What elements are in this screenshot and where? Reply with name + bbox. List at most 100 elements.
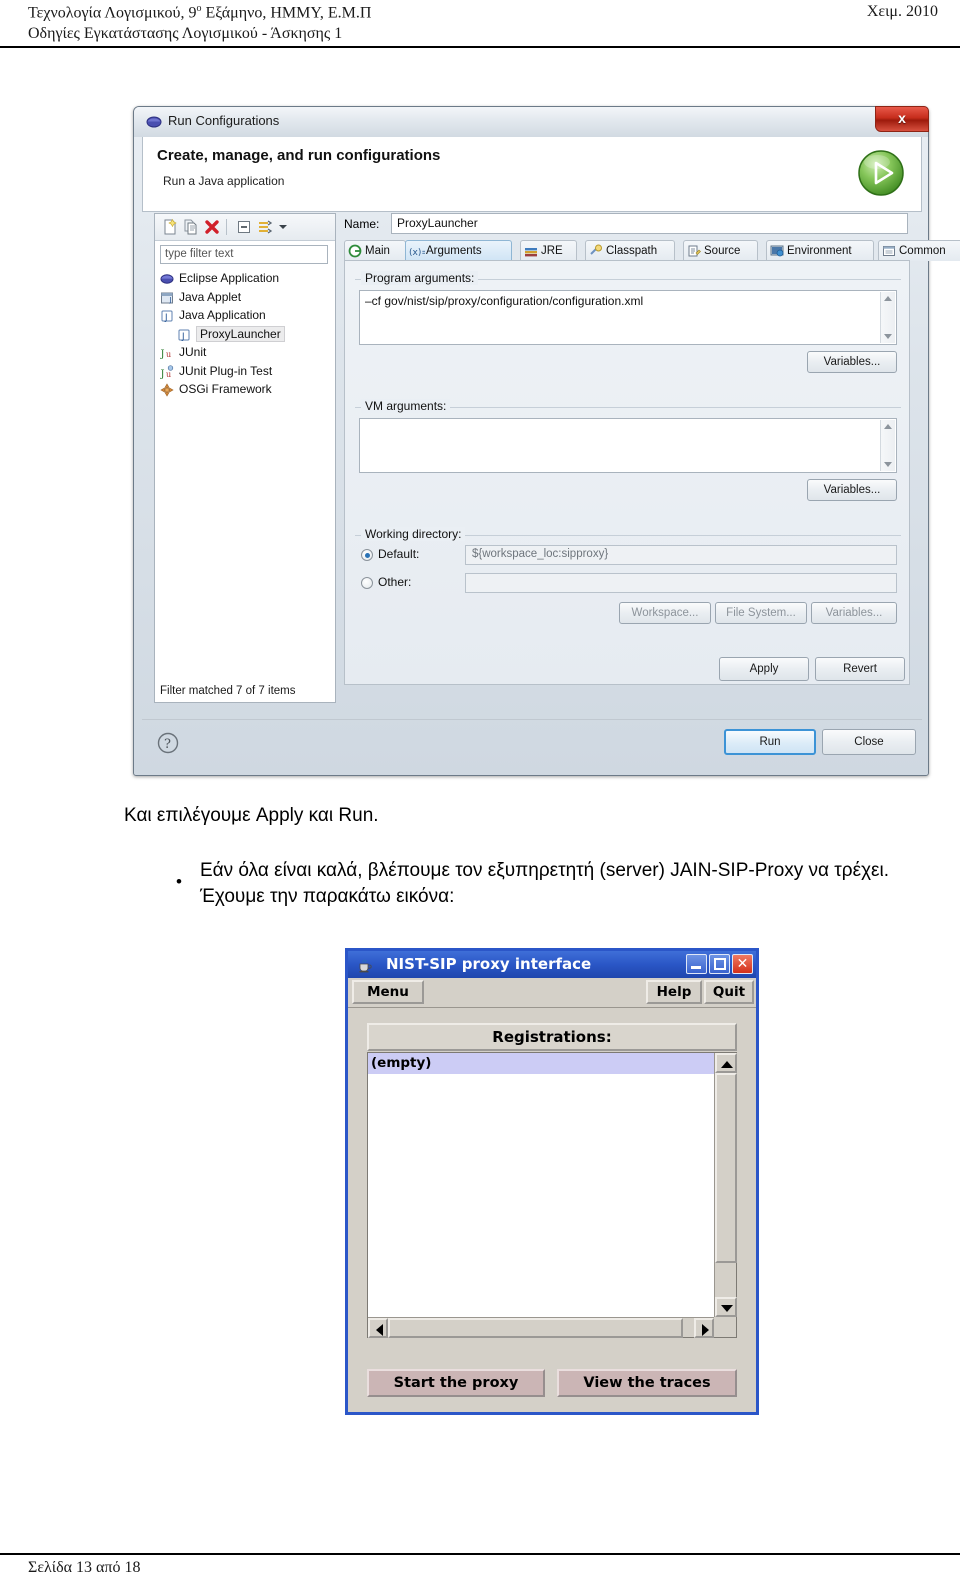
header-divider (0, 46, 960, 48)
new-launch-configuration-icon[interactable] (161, 218, 179, 236)
vertical-scrollbar[interactable] (714, 1053, 737, 1317)
maximize-button[interactable] (709, 954, 730, 974)
java-application-icon: J (160, 309, 174, 323)
menu-button[interactable]: Menu (352, 980, 424, 1004)
program-arguments-variables-button[interactable]: Variables... (807, 351, 897, 373)
file-system-button[interactable]: File System... (715, 602, 807, 624)
nist-sip-proxy-window: NIST-SIP proxy interface ✕ Menu Help Qui… (345, 948, 759, 1415)
svg-text:(x)=: (x)= (409, 248, 425, 258)
tab-arguments[interactable]: (x)= Arguments (405, 240, 512, 261)
dialog-footer-divider (142, 719, 922, 720)
tree-item-proxylauncher[interactable]: J ProxyLauncher (160, 325, 332, 345)
tree-item-junit-plugin-test[interactable]: Ju JUnit Plug-in Test (160, 363, 332, 382)
tab-jre[interactable]: JRE (520, 240, 577, 261)
workspace-button[interactable]: Workspace... (619, 602, 711, 624)
svg-text:J: J (169, 296, 172, 304)
scroll-right-button[interactable] (694, 1318, 714, 1338)
junit-icon: Ju (160, 346, 174, 360)
scroll-down-button[interactable] (715, 1297, 737, 1317)
close-button[interactable]: ✕ (732, 954, 753, 974)
eclipse-app-icon (160, 272, 174, 286)
tab-common[interactable]: Common (878, 240, 960, 261)
run-button[interactable]: Run (724, 729, 816, 755)
bullet-marker: • (176, 872, 182, 891)
dialog-titlebar[interactable]: Run Configurations x (134, 106, 929, 137)
filter-status-label: Filter matched 7 of 7 items (160, 685, 296, 697)
collapse-all-icon[interactable] (235, 218, 253, 236)
launch-configuration-tree-panel: type filter text Eclipse Application J J… (154, 213, 336, 703)
scroll-up-icon[interactable] (884, 296, 892, 301)
radio-label: Other: (378, 575, 412, 589)
delete-icon[interactable] (203, 218, 221, 236)
horizontal-scroll-thumb[interactable] (388, 1318, 683, 1338)
tree-item-label: Java Applet (179, 289, 242, 304)
environment-tab-icon (770, 244, 784, 258)
program-arguments-value: –cf gov/nist/sip/proxy/configuration/con… (365, 294, 644, 308)
scroll-left-icon (376, 1324, 383, 1336)
tree-item-label: JUnit (179, 345, 207, 359)
duplicate-icon[interactable] (182, 218, 200, 236)
scroll-up-icon[interactable] (884, 424, 892, 429)
close-icon[interactable]: x (875, 106, 929, 132)
tree-item-java-application[interactable]: J Java Application (160, 307, 332, 326)
scroll-down-icon[interactable] (884, 462, 892, 467)
working-directory-group: Working directory: Default: ${workspace_… (355, 527, 901, 645)
vm-arguments-scrollbar[interactable] (880, 420, 895, 471)
tree-item-osgi-framework[interactable]: OSGi Framework (160, 381, 332, 400)
minimize-button[interactable] (686, 954, 707, 974)
java-coffee-cup-icon (356, 956, 373, 973)
radio-indicator (361, 577, 373, 589)
working-directory-default-input[interactable]: ${workspace_loc:sipproxy} (465, 545, 897, 565)
arguments-tab-panel: Program arguments: –cf gov/nist/sip/prox… (344, 260, 910, 685)
vm-arguments-input[interactable] (359, 418, 897, 473)
scroll-up-button[interactable] (715, 1053, 737, 1073)
tab-label: Common (899, 245, 946, 257)
filter-input[interactable]: type filter text (160, 245, 328, 264)
registrations-list[interactable]: (empty) (368, 1053, 714, 1317)
vertical-scroll-thumb[interactable] (715, 1073, 737, 1263)
variables-button[interactable]: Variables... (811, 602, 897, 624)
start-the-proxy-button[interactable]: Start the proxy (367, 1369, 545, 1397)
filter-icon[interactable] (256, 218, 274, 236)
vm-arguments-label: VM arguments: (361, 399, 451, 413)
working-directory-label: Working directory: (361, 527, 466, 541)
tree-item-java-applet[interactable]: J Java Applet (160, 289, 332, 308)
close-button[interactable]: Close (822, 729, 916, 755)
vm-arguments-variables-button[interactable]: Variables... (807, 479, 897, 501)
tab-environment[interactable]: Environment (766, 240, 874, 261)
nist-content-panel: Registrations: (empty) Start the proxy V… (351, 1009, 753, 1409)
scroll-left-button[interactable] (368, 1318, 388, 1338)
svg-text:J: J (160, 349, 165, 360)
tab-source[interactable]: Source (683, 240, 758, 261)
help-button[interactable]: Help (646, 980, 702, 1004)
nist-titlebar[interactable]: NIST-SIP proxy interface ✕ (348, 951, 756, 978)
working-directory-other-input[interactable] (465, 573, 897, 593)
classpath-tab-icon (589, 244, 603, 258)
horizontal-scrollbar[interactable] (368, 1317, 714, 1338)
help-question-icon[interactable]: ? (156, 731, 180, 755)
name-input[interactable]: ProxyLauncher (391, 213, 908, 234)
program-arguments-label: Program arguments: (361, 271, 479, 285)
program-arguments-scrollbar[interactable] (880, 292, 895, 343)
tab-main[interactable]: Main (344, 240, 406, 261)
scroll-down-icon[interactable] (884, 334, 892, 339)
view-the-traces-button[interactable]: View the traces (557, 1369, 737, 1397)
source-tab-icon (687, 244, 701, 258)
tree-item-junit[interactable]: Ju JUnit (160, 344, 332, 363)
tree-item-eclipse-application[interactable]: Eclipse Application (160, 270, 332, 289)
tab-classpath[interactable]: Classpath (585, 240, 675, 261)
svg-text:u: u (166, 370, 171, 379)
view-menu-chevron-down-icon[interactable] (277, 218, 289, 236)
program-arguments-input[interactable]: –cf gov/nist/sip/proxy/configuration/con… (359, 290, 897, 345)
revert-button[interactable]: Revert (815, 657, 905, 681)
tree-item-label: JUnit Plug-in Test (179, 363, 273, 378)
list-item[interactable]: (empty) (368, 1053, 714, 1074)
scroll-down-icon (721, 1305, 733, 1312)
junit-plugin-icon: Ju (160, 364, 174, 380)
svg-text:J: J (164, 313, 168, 323)
scrollbar-corner (714, 1317, 736, 1337)
tab-label: Environment (787, 245, 852, 257)
close-icon: ✕ (736, 956, 749, 972)
apply-button[interactable]: Apply (719, 657, 809, 681)
quit-button[interactable]: Quit (704, 980, 754, 1004)
